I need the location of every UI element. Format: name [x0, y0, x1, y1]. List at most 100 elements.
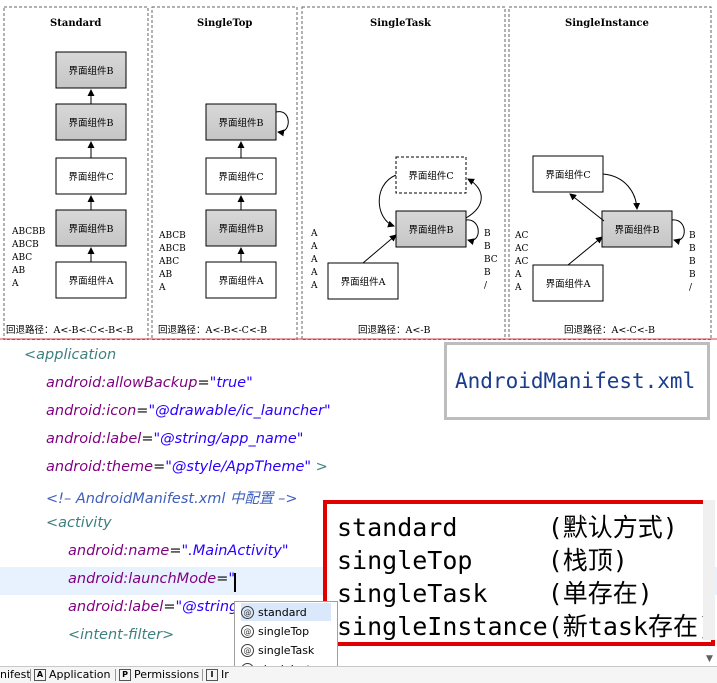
instrumentation-tab-icon: I	[206, 668, 218, 681]
stack-label: ABC	[158, 257, 179, 267]
stack-label: B	[689, 270, 696, 280]
stack-label: A	[310, 255, 318, 265]
stack-label: /	[689, 283, 693, 293]
box-a-label: 界面组件A	[219, 275, 264, 287]
tab-manifest[interactable]: nifest	[0, 668, 31, 681]
xml-tag-activity: <activity	[46, 515, 112, 531]
stack-label: A	[310, 229, 318, 239]
editor-scrollbar[interactable]	[703, 500, 715, 640]
stack-label: ABCB	[158, 244, 186, 254]
stack-label: AC	[514, 257, 528, 267]
panel-standard-stack: ABCBB ABCB ABC AB A	[11, 227, 46, 289]
permissions-tab-icon: P	[119, 668, 131, 681]
tab-separator	[115, 669, 116, 681]
code-line: android:launchMode="	[68, 571, 235, 587]
stack-label: BC	[484, 255, 498, 265]
box-b-label: 界面组件B	[409, 224, 454, 236]
xml-comment: <!– AndroidManifest.xml 中配置 –>	[46, 491, 298, 507]
code-line: android:label="@string/app_name"	[46, 431, 303, 447]
stack-label: B	[484, 268, 491, 278]
autocomplete-item-label: standard	[258, 605, 307, 619]
tab-label: Application	[49, 668, 111, 681]
return-path-singletop: 回退路径：A<-B<-C<-B	[158, 324, 267, 336]
xml-tag-application: <application	[24, 347, 117, 363]
stack-label: ABCB	[11, 240, 39, 250]
xml-attribute: android:launchMode	[68, 571, 217, 587]
tab-separator	[30, 669, 31, 681]
stack-label: B	[689, 231, 696, 241]
launch-mode-diagram: Standard 界面组件B 界面组件B 界面组件C 界面组件B 界面组件A A…	[0, 6, 717, 340]
code-line: <activity	[46, 515, 112, 531]
autocomplete-item-standard[interactable]: @ standard	[241, 603, 331, 621]
box-c-label: 界面组件C	[545, 169, 590, 181]
stack-label: AC	[514, 244, 528, 254]
box-c-label: 界面组件C	[408, 170, 453, 182]
xml-attribute: android:label	[46, 431, 142, 447]
stack-label: A	[11, 279, 19, 289]
xml-value: "@drawable/ic_launcher"	[148, 403, 331, 419]
tab-application[interactable]: A Application	[34, 668, 110, 681]
equals-sign: =	[169, 543, 182, 559]
box-b-label: 界面组件B	[69, 223, 114, 235]
panel-title-singleinstance: SingleInstance	[565, 18, 649, 29]
box-a-label: 界面组件A	[341, 276, 386, 288]
stack-label: A	[310, 242, 318, 252]
box-c-label: 界面组件C	[68, 171, 113, 183]
application-tab-icon: A	[34, 668, 46, 681]
stack-label: A	[514, 283, 522, 293]
scroll-down-arrow-icon[interactable]: ▼	[706, 654, 713, 664]
xml-tag-intent-filter: <intent-filter>	[68, 627, 175, 643]
equals-sign: =	[141, 431, 154, 447]
code-line: android:label="@string	[68, 599, 238, 615]
return-path-singleinstance: 回退路径：A<-C<-B	[564, 324, 655, 336]
panel-standard-boxes: 界面组件B 界面组件B 界面组件C 界面组件B 界面组件A	[55, 51, 127, 299]
stack-label: B	[689, 257, 696, 267]
code-line: android:allowBackup="true"	[46, 375, 253, 391]
code-line: <!– AndroidManifest.xml 中配置 –>	[46, 487, 298, 508]
box-a-label: 界面组件A	[546, 278, 591, 290]
xml-value: "@style/AppTheme"	[165, 459, 312, 475]
code-line: <application	[24, 347, 116, 363]
xml-value: ".MainActivity"	[181, 543, 289, 559]
stack-label: /	[484, 281, 488, 291]
launch-mode-singletask: singleTask (单存在)	[337, 579, 653, 608]
xml-attribute: android:label	[68, 599, 164, 615]
launch-mode-standard: standard (默认方式)	[337, 513, 678, 542]
tab-label: nifest	[0, 668, 31, 681]
code-line: <intent-filter>	[68, 627, 174, 643]
text-cursor	[234, 573, 236, 592]
tab-label: Permissions	[134, 668, 200, 681]
stack-label: A	[310, 281, 318, 291]
stack-label: B	[689, 244, 696, 254]
panel-title-standard: Standard	[50, 18, 101, 29]
autocomplete-item-singletask[interactable]: @ singleTask	[241, 641, 314, 659]
stack-label: ABCB	[158, 231, 186, 241]
autocomplete-item-label: singleTask	[258, 643, 315, 657]
attribute-value-icon: @	[241, 624, 254, 638]
return-path-standard: 回退路径：A<-B<-C<-B<-B	[6, 324, 133, 336]
stack-label: A	[158, 283, 166, 293]
stack-label: A	[514, 270, 522, 280]
tab-separator	[202, 669, 203, 681]
box-b-label: 界面组件B	[219, 223, 264, 235]
box-c-label: 界面组件C	[218, 171, 263, 183]
panel-title-singletask: SingleTask	[370, 18, 432, 29]
equals-sign: =	[163, 599, 176, 615]
attribute-value-icon: @	[241, 605, 254, 619]
xml-value: "@string	[175, 599, 239, 615]
stack-label: AC	[514, 231, 528, 241]
manifest-callout: AndroidManifest.xml	[444, 342, 710, 420]
stack-label: AB	[11, 266, 25, 276]
autocomplete-item-singletop[interactable]: @ singleTop	[241, 622, 309, 640]
stack-label: AB	[158, 270, 172, 280]
equals-sign: =	[136, 403, 149, 419]
editor-tab-bar: nifest A Application P Permissions I Ir	[0, 666, 717, 683]
attribute-value-icon: @	[241, 643, 254, 657]
tab-permissions[interactable]: P Permissions	[119, 668, 199, 681]
tab-instrumentation[interactable]: I Ir	[206, 668, 229, 681]
xml-value: "@string/app_name"	[153, 431, 304, 447]
xml-attribute: android:theme	[46, 459, 154, 475]
xml-tag-close: >	[311, 459, 328, 475]
manifest-filename: AndroidManifest.xml	[455, 369, 696, 393]
tab-label: Ir	[221, 668, 229, 681]
